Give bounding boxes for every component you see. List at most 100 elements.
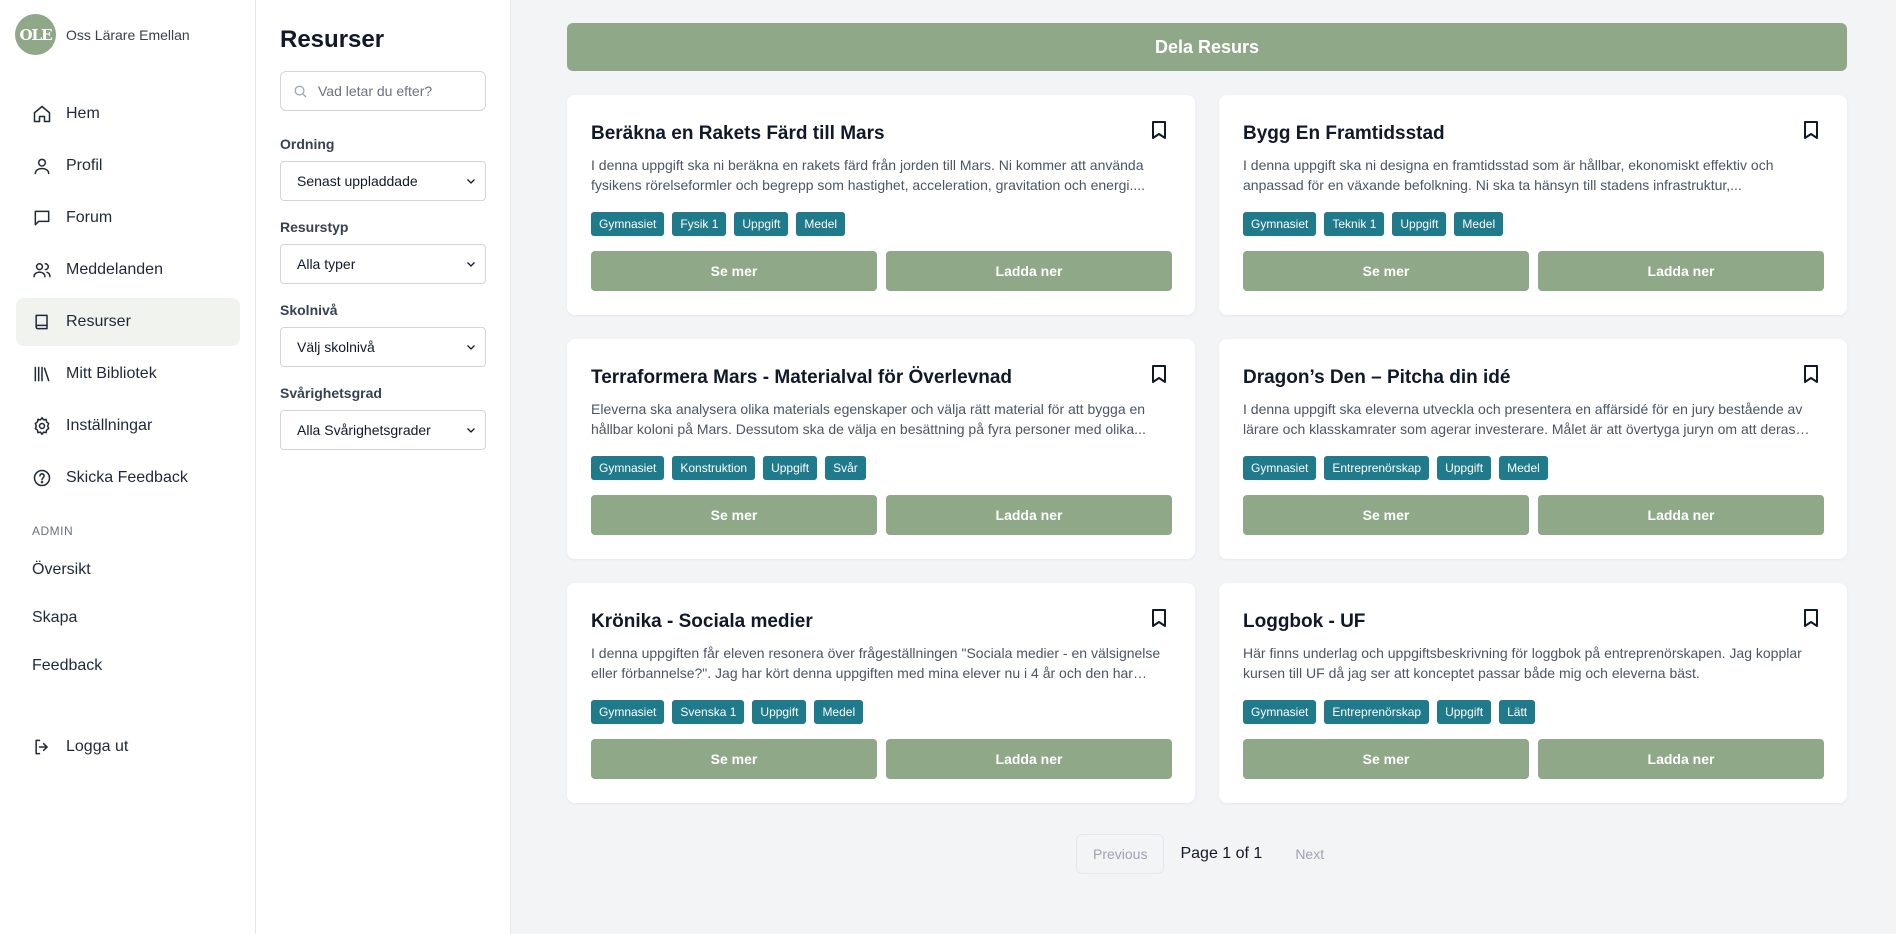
tag: Uppgift xyxy=(1392,212,1447,236)
bookmark-button[interactable] xyxy=(1151,365,1167,383)
admin-item-skapa[interactable]: Skapa xyxy=(16,594,240,642)
sidebar-item-profil[interactable]: Profil xyxy=(16,142,240,190)
see-more-button[interactable]: Se mer xyxy=(591,739,877,779)
see-more-button[interactable]: Se mer xyxy=(1243,739,1529,779)
tag: Gymnasiet xyxy=(1243,456,1317,480)
card-title[interactable]: Loggbok - UF xyxy=(1243,611,1365,633)
card-actions: Se mer Ladda ner xyxy=(591,495,1172,535)
previous-page-button[interactable]: Previous xyxy=(1076,834,1165,874)
tag: Konstruktion xyxy=(672,456,756,480)
card-actions: Se mer Ladda ner xyxy=(1243,251,1824,291)
tag: Medel xyxy=(796,212,846,236)
tag-list: Gymnasiet Konstruktion Uppgift Svår xyxy=(591,456,866,480)
home-icon xyxy=(33,105,51,123)
filter-label: Svårighetsgrad xyxy=(280,385,382,401)
svarighetsgrad-select[interactable]: Alla Svårighetsgrader xyxy=(280,410,486,450)
admin-item-feedback[interactable]: Feedback xyxy=(16,642,240,690)
sidebar-item-hem[interactable]: Hem xyxy=(16,90,240,138)
chevron-down-icon xyxy=(467,179,475,184)
download-button[interactable]: Ladda ner xyxy=(886,251,1172,291)
sidebar-item-mitt-bibliotek[interactable]: Mitt Bibliotek xyxy=(16,350,240,398)
admin-nav: Översikt Skapa Feedback xyxy=(16,546,240,690)
share-resource-button[interactable]: Dela Resurs xyxy=(567,23,1847,71)
select-value: Senast uppladdade xyxy=(297,173,418,189)
see-more-button[interactable]: Se mer xyxy=(591,251,877,291)
admin-item-oversikt[interactable]: Översikt xyxy=(16,546,240,594)
logo: OLE xyxy=(15,14,56,55)
card-title[interactable]: Dragon’s Den – Pitcha din idé xyxy=(1243,367,1510,389)
tag-list: Gymnasiet Entreprenörskap Uppgift Lätt xyxy=(1243,700,1536,724)
tag: Gymnasiet xyxy=(591,700,665,724)
tag-list: Gymnasiet Fysik 1 Uppgift Medel xyxy=(591,212,846,236)
book-icon xyxy=(35,314,48,330)
sidebar-item-resurser[interactable]: Resurser xyxy=(16,298,240,346)
card-title[interactable]: Terraformera Mars - Materialval för Över… xyxy=(591,367,1012,389)
tag-list: Gymnasiet Teknik 1 Uppgift Medel xyxy=(1243,212,1504,236)
sidebar-item-installningar[interactable]: Inställningar xyxy=(16,402,240,450)
filter-resurstyp: Resurstyp Alla typer xyxy=(280,219,486,284)
resource-card: Dragon’s Den – Pitcha din idé I denna up… xyxy=(1219,339,1847,559)
chevron-down-icon xyxy=(467,428,475,433)
ordning-select[interactable]: Senast uppladdade xyxy=(280,161,486,201)
sidebar-item-forum[interactable]: Forum xyxy=(16,194,240,242)
page-title: Resurser xyxy=(280,26,385,53)
logout-icon xyxy=(35,739,48,755)
see-more-button[interactable]: Se mer xyxy=(591,495,877,535)
card-title[interactable]: Krönika - Sociala medier xyxy=(591,611,813,633)
tag-list: Gymnasiet Svenska 1 Uppgift Medel xyxy=(591,700,864,724)
sidebar-item-skicka-feedback[interactable]: Skicka Feedback xyxy=(16,454,240,502)
user-icon xyxy=(34,158,50,175)
download-button[interactable]: Ladda ner xyxy=(886,739,1172,779)
download-button[interactable]: Ladda ner xyxy=(1538,495,1824,535)
gear-icon xyxy=(34,416,50,436)
bookmark-button[interactable] xyxy=(1151,121,1167,139)
resource-card: Krönika - Sociala medier I denna uppgift… xyxy=(567,583,1195,803)
see-more-button[interactable]: Se mer xyxy=(1243,251,1529,291)
download-button[interactable]: Ladda ner xyxy=(1538,739,1824,779)
select-value: Välj skolnivå xyxy=(297,339,375,355)
tag: Lätt xyxy=(1499,700,1536,724)
next-page-button[interactable]: Next xyxy=(1278,834,1342,874)
resurstyp-select[interactable]: Alla typer xyxy=(280,244,486,284)
download-button[interactable]: Ladda ner xyxy=(886,495,1172,535)
tag: Uppgift xyxy=(1437,700,1492,724)
tag: Svår xyxy=(825,456,866,480)
tag: Gymnasiet xyxy=(1243,212,1317,236)
bookmark-icon xyxy=(1152,609,1166,627)
skolniva-select[interactable]: Välj skolnivå xyxy=(280,327,486,367)
help-icon xyxy=(33,469,51,487)
tag: Uppgift xyxy=(763,456,818,480)
search-input[interactable] xyxy=(318,83,468,99)
card-actions: Se mer Ladda ner xyxy=(1243,495,1824,535)
sidebar: OLE Oss Lärare Emellan Hem Profil Forum … xyxy=(0,0,256,934)
logout-button[interactable]: Logga ut xyxy=(16,723,240,771)
select-value: Alla Svårighetsgrader xyxy=(297,422,431,438)
card-actions: Se mer Ladda ner xyxy=(1243,739,1824,779)
filter-label: Skolnivå xyxy=(280,302,338,318)
filter-label: Ordning xyxy=(280,136,335,152)
card-title[interactable]: Bygg En Framtidsstad xyxy=(1243,123,1445,145)
logout-label: Logga ut xyxy=(66,738,129,755)
brand-name: Oss Lärare Emellan xyxy=(66,26,190,43)
search-box[interactable] xyxy=(280,71,486,111)
download-button[interactable]: Ladda ner xyxy=(1538,251,1824,291)
card-title[interactable]: Beräkna en Rakets Färd till Mars xyxy=(591,123,885,145)
bookmark-button[interactable] xyxy=(1151,609,1167,627)
tag: Uppgift xyxy=(734,212,789,236)
bookmark-button[interactable] xyxy=(1803,365,1819,383)
page-indicator: Page 1 of 1 xyxy=(1180,845,1263,862)
bookmark-button[interactable] xyxy=(1803,609,1819,627)
tag: Gymnasiet xyxy=(591,456,665,480)
tag: Gymnasiet xyxy=(1243,700,1317,724)
card-actions: Se mer Ladda ner xyxy=(591,251,1172,291)
logout-section: Logga ut xyxy=(16,723,240,775)
admin-section-label: ADMIN xyxy=(32,524,74,538)
see-more-button[interactable]: Se mer xyxy=(1243,495,1529,535)
tag: Entreprenörskap xyxy=(1324,456,1430,480)
sidebar-item-meddelanden[interactable]: Meddelanden xyxy=(16,246,240,294)
brand[interactable]: OLE Oss Lärare Emellan xyxy=(15,14,190,55)
tag-list: Gymnasiet Entreprenörskap Uppgift Medel xyxy=(1243,456,1548,480)
bookmark-button[interactable] xyxy=(1803,121,1819,139)
card-description: I denna uppgift ska ni beräkna en rakets… xyxy=(591,157,1146,193)
card-description: I denna uppgift ska eleverna utveckla oc… xyxy=(1243,401,1803,437)
